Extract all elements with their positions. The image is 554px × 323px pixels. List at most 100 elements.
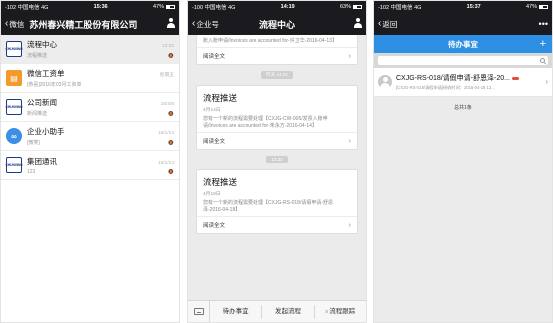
chat-item-payslip[interactable]: ▤ 微信工资单 星期五 [恭喜]2016年03月工资单 (1, 64, 179, 93)
todo-title: CXJG-RS-018/请假申请-舒恩泽-20... (396, 75, 510, 82)
battery-percent: 63% (339, 4, 351, 10)
battery-percent: 47% (152, 4, 164, 10)
chat-time: 16/1/14 (157, 160, 174, 166)
chevron-left-icon: ‹ (5, 18, 9, 29)
battery-indicator: 47% (526, 4, 548, 10)
read-more-link[interactable]: 阅读全文 › (197, 47, 357, 64)
chat-time: 16/3/8 (160, 102, 174, 107)
card-date: 4月18日 (203, 192, 221, 197)
card-title: 流程推送 (203, 93, 238, 103)
chevron-right-icon: › (348, 137, 351, 145)
avatar-icon (378, 74, 392, 89)
chevron-left-icon: ‹ (192, 18, 196, 29)
battery-icon (539, 4, 548, 9)
chat-item-assistant[interactable]: ∞ 企业小助手 16/1/14 [微笑] 🔕 (1, 122, 179, 151)
nav-bar: ‹ 企业号 流程中心 (188, 13, 366, 35)
chevron-left-icon: ‹ (378, 18, 382, 29)
mute-icon: 🔕 (168, 53, 174, 58)
phone-screen-3: -102 中国电信 4G 15:37 47% ‹ 返回 ••• 待办事宜 + C… (373, 0, 553, 323)
menu-process-track[interactable]: ≡流程跟踪 (315, 305, 366, 319)
time-divider: 昨天 14:21 (261, 71, 293, 79)
chat-list: CHUNXING 流程中心 13:32 流程推送 🔕 ▤ 微信工资单 星期五 [… (1, 35, 179, 180)
back-label: 微信 (9, 19, 25, 29)
phone-screen-1: -102 中国电信 4G 15:36 47% ‹ 微信 苏州春兴精工股份有限公司… (0, 0, 180, 323)
card-date: 4月14日 (203, 108, 221, 113)
back-label: 企业号 (196, 19, 219, 29)
mute-icon: 🔕 (168, 140, 174, 145)
battery-percent: 47% (525, 4, 537, 10)
contact-button[interactable] (353, 18, 362, 30)
contact-button[interactable] (166, 18, 175, 30)
assistant-icon: ∞ (6, 128, 22, 144)
search-icon (540, 57, 545, 63)
chat-item-process-center[interactable]: CHUNXING 流程中心 13:32 流程推送 🔕 (1, 35, 179, 64)
carrier-label: -100 中国电信 4G (192, 5, 236, 11)
mute-icon: 🔕 (168, 111, 174, 116)
chat-name: 微信工资单 (27, 69, 65, 78)
battery-indicator: 47% (153, 4, 175, 10)
chat-item-company-news[interactable]: CHUNXING 公司新闻 16/3/8 新闻推送 🔕 (1, 93, 179, 122)
chat-time: 16/1/14 (157, 131, 174, 136)
person-icon (166, 18, 175, 28)
chat-preview: 新闻推送 (27, 111, 48, 117)
read-more-link[interactable]: 阅读全文 › (197, 132, 357, 149)
carrier-label: -102 中国电信 4G (5, 5, 49, 11)
card-title: 流程推送 (203, 177, 238, 187)
clock: 15:37 (466, 4, 481, 10)
unread-badge (511, 76, 519, 80)
chat-preview: 123 (27, 168, 36, 175)
battery-icon (353, 4, 362, 9)
payslip-icon: ▤ (6, 70, 22, 86)
company-logo-icon: CHUNXING (5, 41, 23, 57)
read-more-label: 阅读全文 (203, 223, 226, 229)
message-card[interactable]: 流程推送 4月14日 您有一个新的流程需要处理【CXJG-CW-005/发票入账… (196, 85, 358, 150)
battery-indicator: 63% (340, 4, 362, 10)
chat-preview: [恭喜]2016年03月工资单 (27, 82, 82, 88)
status-bar: -100 中国电信 4G 14:19 63% (188, 1, 366, 13)
chat-preview: [微笑] (27, 140, 40, 146)
chat-name: 企业小助手 (27, 127, 65, 136)
back-button[interactable]: ‹ 微信 (5, 19, 24, 30)
page-title: 苏州春兴精工股份有限公司 (29, 19, 138, 30)
todo-list-item[interactable]: CXJG-RS-018/请假申请-舒恩泽-20... [CXJG-RS-018/… (374, 68, 552, 97)
chat-item-group-comms[interactable]: CHUNXING 集团通讯 16/1/14 123 🔕 (1, 151, 179, 180)
chat-preview: 流程推送 (27, 53, 48, 59)
read-more-label: 阅读全文 (203, 54, 226, 60)
chevron-right-icon: › (348, 52, 351, 60)
message-card-partial[interactable]: 账入账申请/Invoices are accounted for-许卫华-201… (196, 35, 358, 65)
menu-start-process[interactable]: 发起流程 (262, 304, 315, 319)
read-more-link[interactable]: 阅读全文 › (197, 216, 357, 233)
phone-screen-2: -100 中国电信 4G 14:19 63% ‹ 企业号 流程中心 账入账申请/… (187, 0, 367, 323)
message-card[interactable]: 流程推送 4月18日 您有一个新的流程需要处理【CXJG-RS-018/请假申请… (196, 169, 358, 234)
chevron-right-icon: › (348, 221, 351, 229)
nav-bar: ‹ 返回 ••• (374, 13, 552, 35)
search-bar (374, 53, 552, 68)
page-header: 待办事宜 + (374, 35, 552, 53)
more-menu-button[interactable]: ••• (539, 19, 548, 29)
chat-time: 星期五 (159, 73, 174, 78)
battery-icon (166, 4, 175, 9)
menu-label: 流程跟踪 (329, 307, 356, 315)
add-button[interactable]: + (540, 36, 546, 52)
keyboard-toggle[interactable] (188, 300, 210, 322)
menu-todo[interactable]: 待办事宜 (210, 304, 263, 319)
chat-time: 13:32 (161, 44, 174, 49)
time-divider: 13:32 (266, 156, 288, 163)
company-logo-icon: CHUNXING (5, 99, 23, 115)
clock: 14:19 (280, 4, 295, 10)
back-button[interactable]: ‹ 返回 (378, 19, 397, 30)
search-input[interactable] (378, 56, 548, 65)
total-count: 总共1条 (454, 104, 472, 111)
mute-icon: 🔕 (168, 168, 174, 174)
menu-lines-icon: ≡ (325, 308, 329, 315)
status-bar: -102 中国电信 4G 15:37 47% (374, 1, 552, 13)
read-more-label: 阅读全文 (203, 139, 226, 145)
chat-name: 公司新闻 (27, 98, 57, 107)
card-text: 您有一个新的流程需要处理【CXJG-RS-018/请假申请-舒恩泽-2016-0… (203, 200, 334, 213)
back-label: 返回 (382, 19, 398, 29)
clock: 15:36 (93, 4, 108, 10)
chat-name: 集团通讯 (27, 156, 57, 166)
back-button[interactable]: ‹ 企业号 (192, 19, 219, 30)
person-icon (353, 18, 362, 28)
chevron-right-icon: › (545, 77, 548, 87)
